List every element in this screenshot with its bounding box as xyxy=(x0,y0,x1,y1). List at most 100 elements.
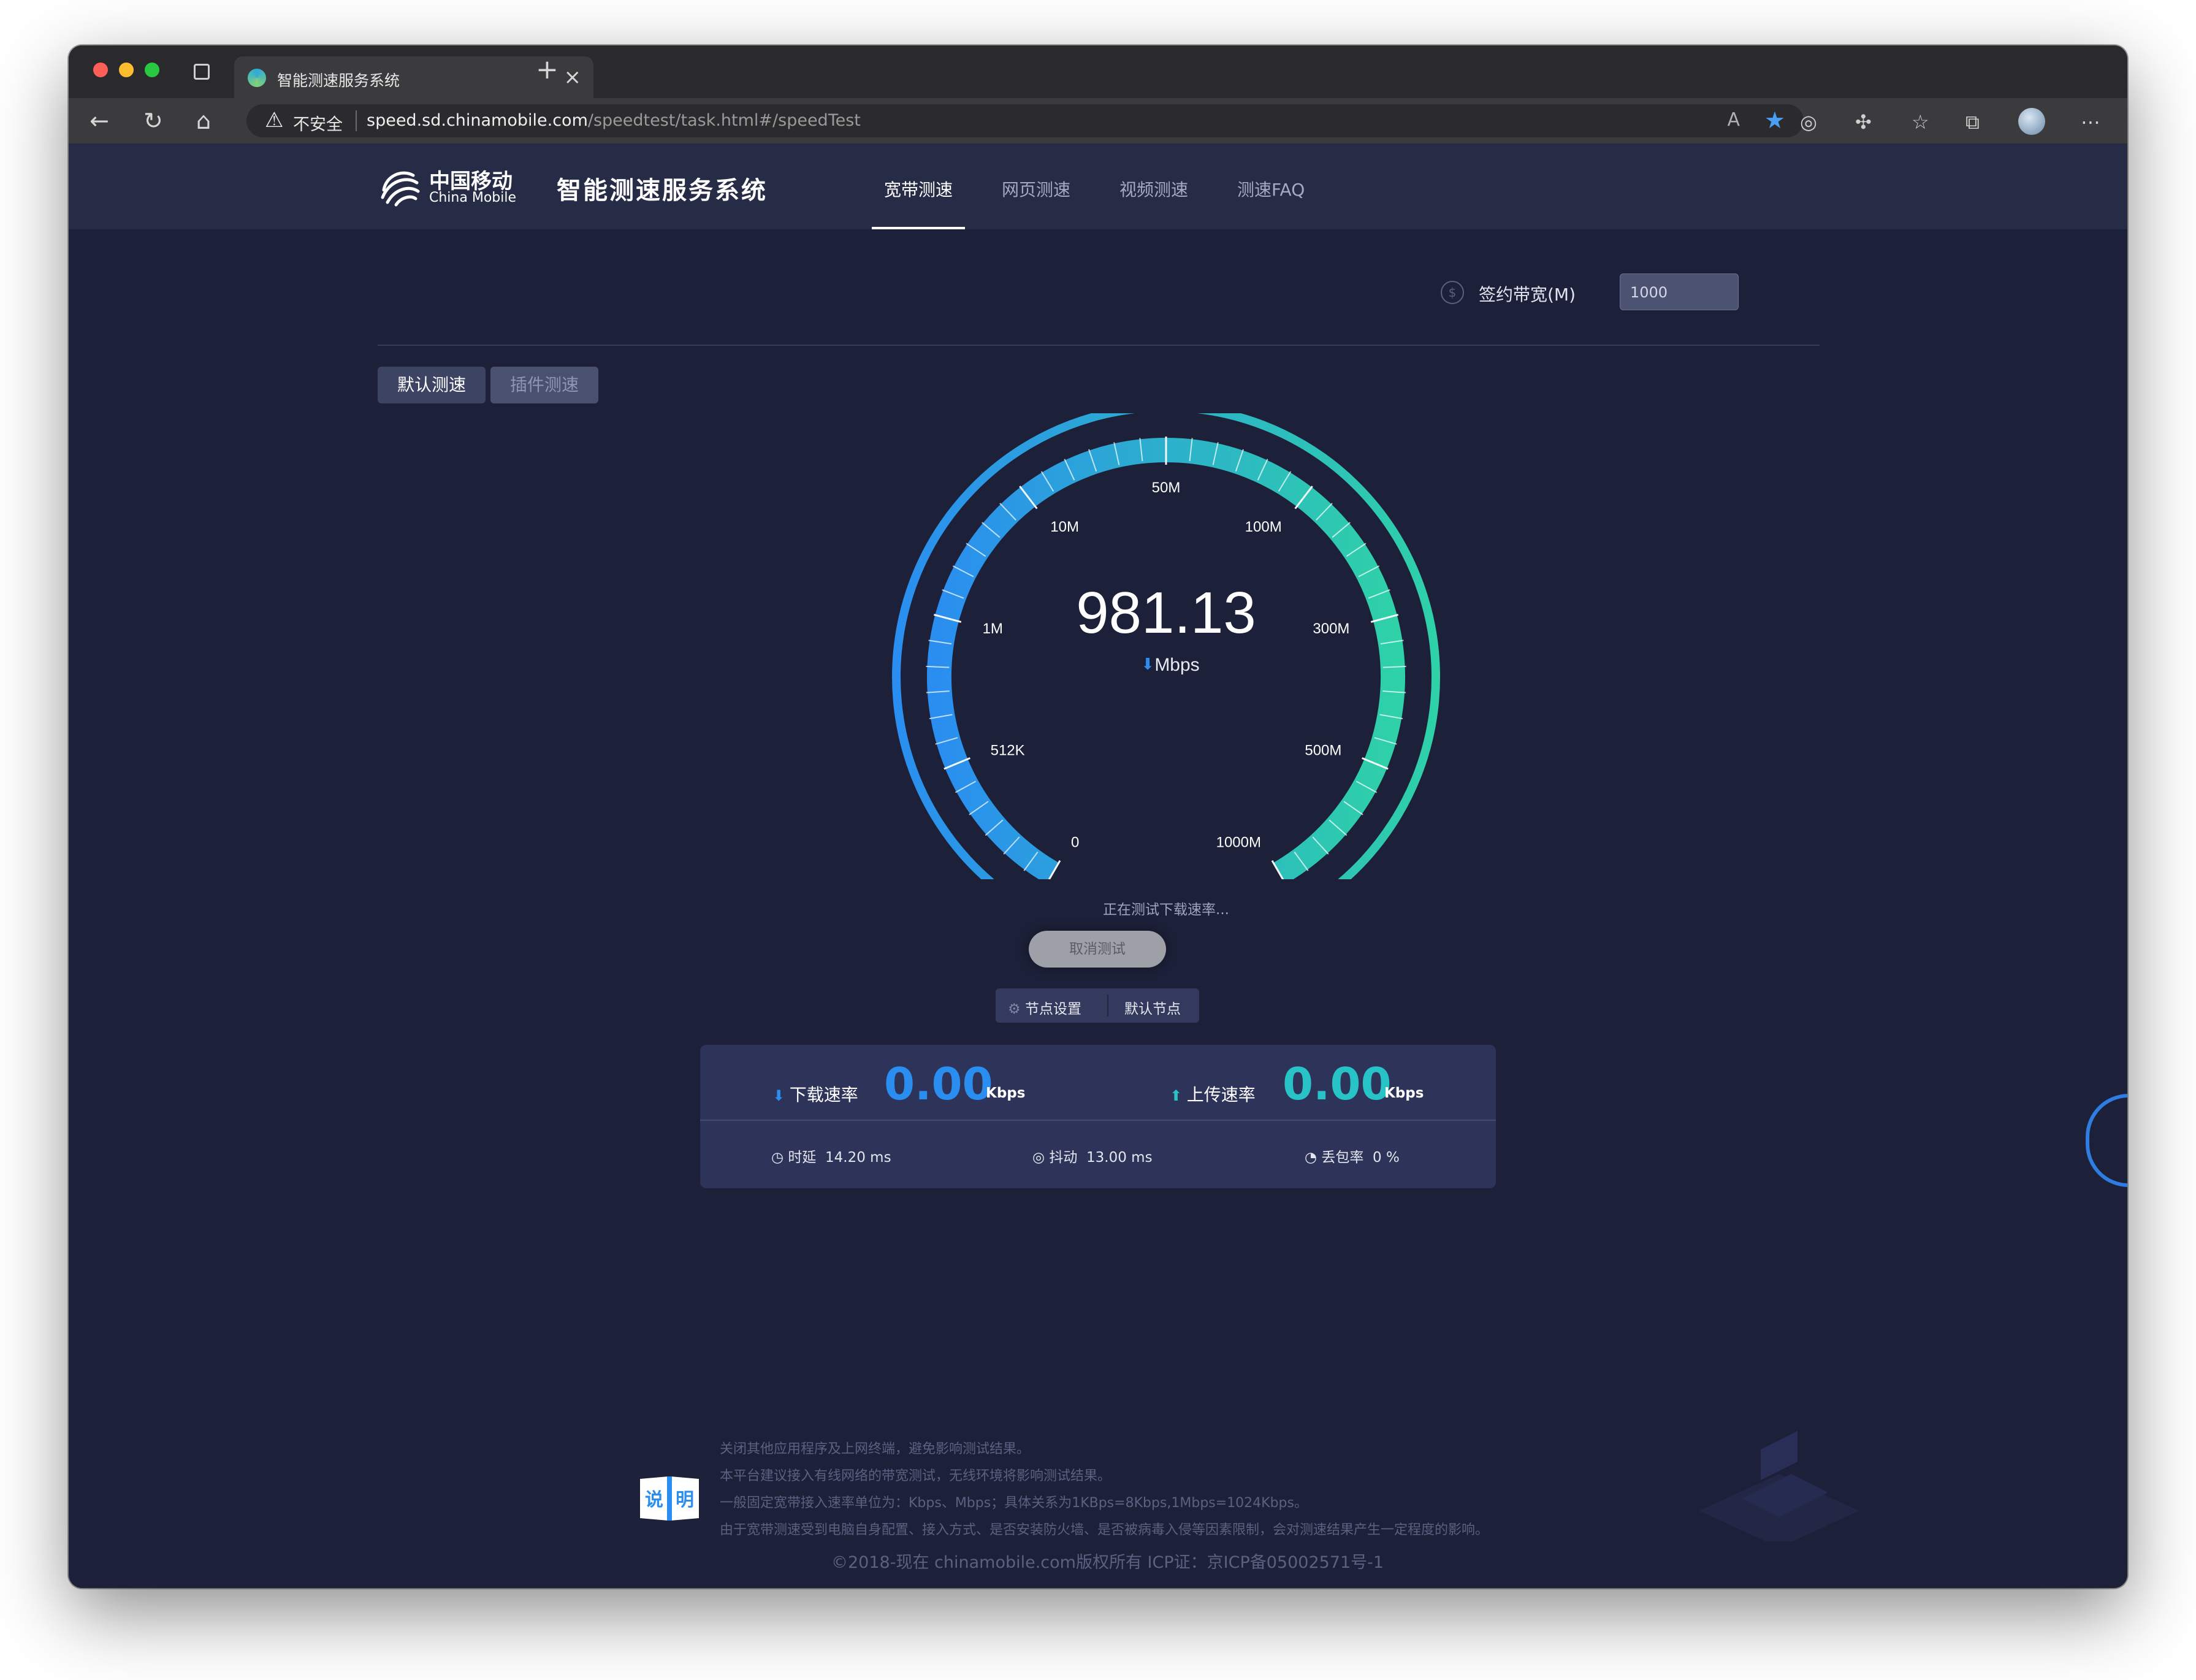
warning-icon: ⚠ xyxy=(265,108,284,132)
book-char-2: 明 xyxy=(676,1489,694,1511)
address-bar[interactable]: ⚠ 不安全 speed.sd.chinamobile.com/speedtest… xyxy=(246,104,1804,137)
logo-text-en: China Mobile xyxy=(429,190,517,205)
security-label: 不安全 xyxy=(293,115,343,134)
nav-active-underline xyxy=(872,227,965,229)
gauge-tick-label: 0 xyxy=(1071,834,1079,850)
gauge-value: 981.13 xyxy=(1076,580,1256,646)
favorite-star-icon[interactable]: ★ xyxy=(1764,107,1785,134)
nav-video-test[interactable]: 视频测速 xyxy=(1119,177,1188,201)
nav-faq[interactable]: 测速FAQ xyxy=(1237,177,1305,201)
upload-value: 0.00 xyxy=(1283,1058,1392,1110)
notes-list: 关闭其他应用程序及上网终端，避免影响测试结果。 本平台建议接入有线网络的带宽测试… xyxy=(720,1436,1489,1544)
latency-stat: ◷ 时延 14.20 ms xyxy=(771,1145,891,1166)
packet-loss-value: 0 % xyxy=(1373,1150,1400,1166)
download-unit: Kbps xyxy=(986,1085,1026,1101)
collections-icon[interactable]: ⧉ xyxy=(1965,110,1980,134)
upload-icon: ⬆ xyxy=(1170,1087,1187,1104)
packet-loss-label: 丢包率 xyxy=(1321,1150,1364,1166)
tab-bar: 智能测速服务系统 × + xyxy=(69,45,2127,98)
upload-unit: Kbps xyxy=(1384,1085,1424,1101)
node-selector: ⚙ 节点设置 默认节点 xyxy=(996,988,1199,1023)
url-host: speed.sd.chinamobile.com xyxy=(367,111,588,130)
speedtest-page: 中国移动 China Mobile 智能测速服务系统 宽带测速 网页测速 视频测… xyxy=(69,143,2127,1588)
profile-avatar[interactable] xyxy=(2018,108,2045,135)
jitter-stat: ◎ 抖动 13.00 ms xyxy=(1032,1145,1153,1166)
tab-title: 智能测速服务系统 xyxy=(277,72,400,90)
latency-label: 时延 xyxy=(788,1150,817,1166)
favorites-icon[interactable]: ☆ xyxy=(1912,110,1929,134)
reload-icon[interactable]: ↻ xyxy=(143,107,163,135)
system-title: 智能测速服务系统 xyxy=(557,177,768,205)
note-line: 本平台建议接入有线网络的带宽测试，无线环境将影响测试结果。 xyxy=(720,1468,1111,1484)
default-node-button[interactable]: 默认节点 xyxy=(1124,997,1181,1018)
clock-icon: ◷ xyxy=(771,1150,788,1166)
nav-broadband-test[interactable]: 宽带测速 xyxy=(884,177,953,201)
plugin-test-button[interactable]: 插件测速 xyxy=(490,367,598,403)
gauge-tick-label: 10M xyxy=(1050,519,1079,535)
minimize-window-button[interactable] xyxy=(119,63,134,77)
results-divider xyxy=(700,1120,1496,1121)
latency-value: 14.20 ms xyxy=(825,1150,891,1166)
gauge-unit: Mbps xyxy=(1154,655,1199,675)
node-settings-label: 节点设置 xyxy=(1024,1001,1081,1017)
zoom-window-button[interactable] xyxy=(145,63,159,77)
instructions-book-icon: 说 明 xyxy=(640,1476,699,1521)
cancel-test-button[interactable]: 取消测试 xyxy=(1029,931,1166,968)
download-value: 0.00 xyxy=(884,1058,993,1110)
gauge-tick-label: 100M xyxy=(1245,519,1282,535)
extensions-icon[interactable]: ✣ xyxy=(1855,110,1872,134)
jitter-value: 13.00 ms xyxy=(1086,1150,1153,1166)
bandwidth-label: 签约带宽(M) xyxy=(1479,284,1576,305)
default-test-button[interactable]: 默认测速 xyxy=(378,367,486,403)
gauge-tick-label: 500M xyxy=(1305,743,1341,759)
node-divider xyxy=(1107,995,1108,1017)
node-settings-button[interactable]: ⚙ 节点设置 xyxy=(1008,997,1081,1018)
bandwidth-info-icon[interactable]: $ xyxy=(1441,281,1464,304)
home-icon[interactable]: ⌂ xyxy=(196,107,211,135)
jitter-icon: ◎ xyxy=(1032,1150,1050,1166)
jitter-label: 抖动 xyxy=(1049,1150,1078,1166)
node-settings-icon: ⚙ xyxy=(1008,1001,1025,1017)
address-divider xyxy=(356,110,357,131)
url-text: speed.sd.chinamobile.com/speedtest/task.… xyxy=(367,111,861,130)
browser-window: 智能测速服务系统 × + ← ↻ ⌂ ⚠ 不安全 speed.sd.chinam… xyxy=(69,45,2127,1588)
new-tab-button[interactable]: + xyxy=(536,54,559,85)
site-favicon-icon xyxy=(248,69,266,87)
section-divider xyxy=(378,345,1820,346)
gauge-tick-label: 1M xyxy=(983,620,1003,637)
book-char-1: 说 xyxy=(645,1489,663,1511)
gauge-tick-label: 300M xyxy=(1313,620,1349,637)
performance-monitor-label: 性能监测 xyxy=(2111,1109,2125,1153)
download-label-text: 下载速率 xyxy=(789,1085,858,1105)
read-aloud-icon[interactable]: A xyxy=(1727,109,1740,131)
more-menu-icon[interactable]: ⋯ xyxy=(2081,110,2100,134)
incognito-icon[interactable]: ◎ xyxy=(1800,110,1817,134)
results-panel: ⬇ 下载速率 0.00 Kbps ⬆ 上传速率 0.00 Kbps ◷ 时延 1… xyxy=(700,1045,1496,1188)
laptop-illustration xyxy=(1699,1431,1859,1541)
pie-icon: ◔ xyxy=(1305,1150,1322,1166)
url-path: /speedtest/task.html#/speedTest xyxy=(587,111,861,130)
note-line: 由于宽带测速受到电脑自身配置、接入方式、是否安装防火墙、是否被病毒入侵等因素限制… xyxy=(720,1522,1489,1538)
address-toolbar: ← ↻ ⌂ ⚠ 不安全 speed.sd.chinamobile.com/spe… xyxy=(69,98,2127,145)
china-mobile-logo[interactable]: 中国移动 China Mobile xyxy=(375,162,516,213)
download-icon: ⬇ xyxy=(772,1087,790,1104)
bandwidth-input[interactable]: 1000 xyxy=(1620,273,1739,310)
packet-loss-stat: ◔ 丢包率 0 % xyxy=(1305,1145,1400,1166)
performance-monitor-tab[interactable]: 性能监测 xyxy=(2086,1094,2127,1187)
nav-web-test[interactable]: 网页测速 xyxy=(1002,177,1070,201)
speed-gauge: 0512K1M10M50M100M300M500M1000M 981.13 ⬇ … xyxy=(892,413,1440,879)
gauge-tick-label: 50M xyxy=(1152,479,1181,496)
gauge-tick-label: 512K xyxy=(991,743,1025,759)
upload-label: ⬆ 上传速率 xyxy=(1170,1082,1256,1106)
back-icon[interactable]: ← xyxy=(90,107,109,135)
test-status-text: 正在测试下载速率... xyxy=(1103,902,1229,918)
upload-label-text: 上传速率 xyxy=(1186,1085,1256,1105)
note-line: 关闭其他应用程序及上网终端，避免影响测试结果。 xyxy=(720,1441,1031,1457)
close-tab-icon[interactable]: × xyxy=(564,65,582,90)
copyright-text: ©2018-现在 chinamobile.com版权所有 ICP证：京ICP备0… xyxy=(831,1553,1384,1572)
close-window-button[interactable] xyxy=(93,63,108,77)
download-arrow-icon: ⬇ xyxy=(1141,655,1154,674)
site-header: 中国移动 China Mobile 智能测速服务系统 宽带测速 网页测速 视频测… xyxy=(69,143,2127,229)
tab-actions-icon[interactable] xyxy=(194,64,210,80)
gauge-tick-label: 1000M xyxy=(1216,834,1261,850)
